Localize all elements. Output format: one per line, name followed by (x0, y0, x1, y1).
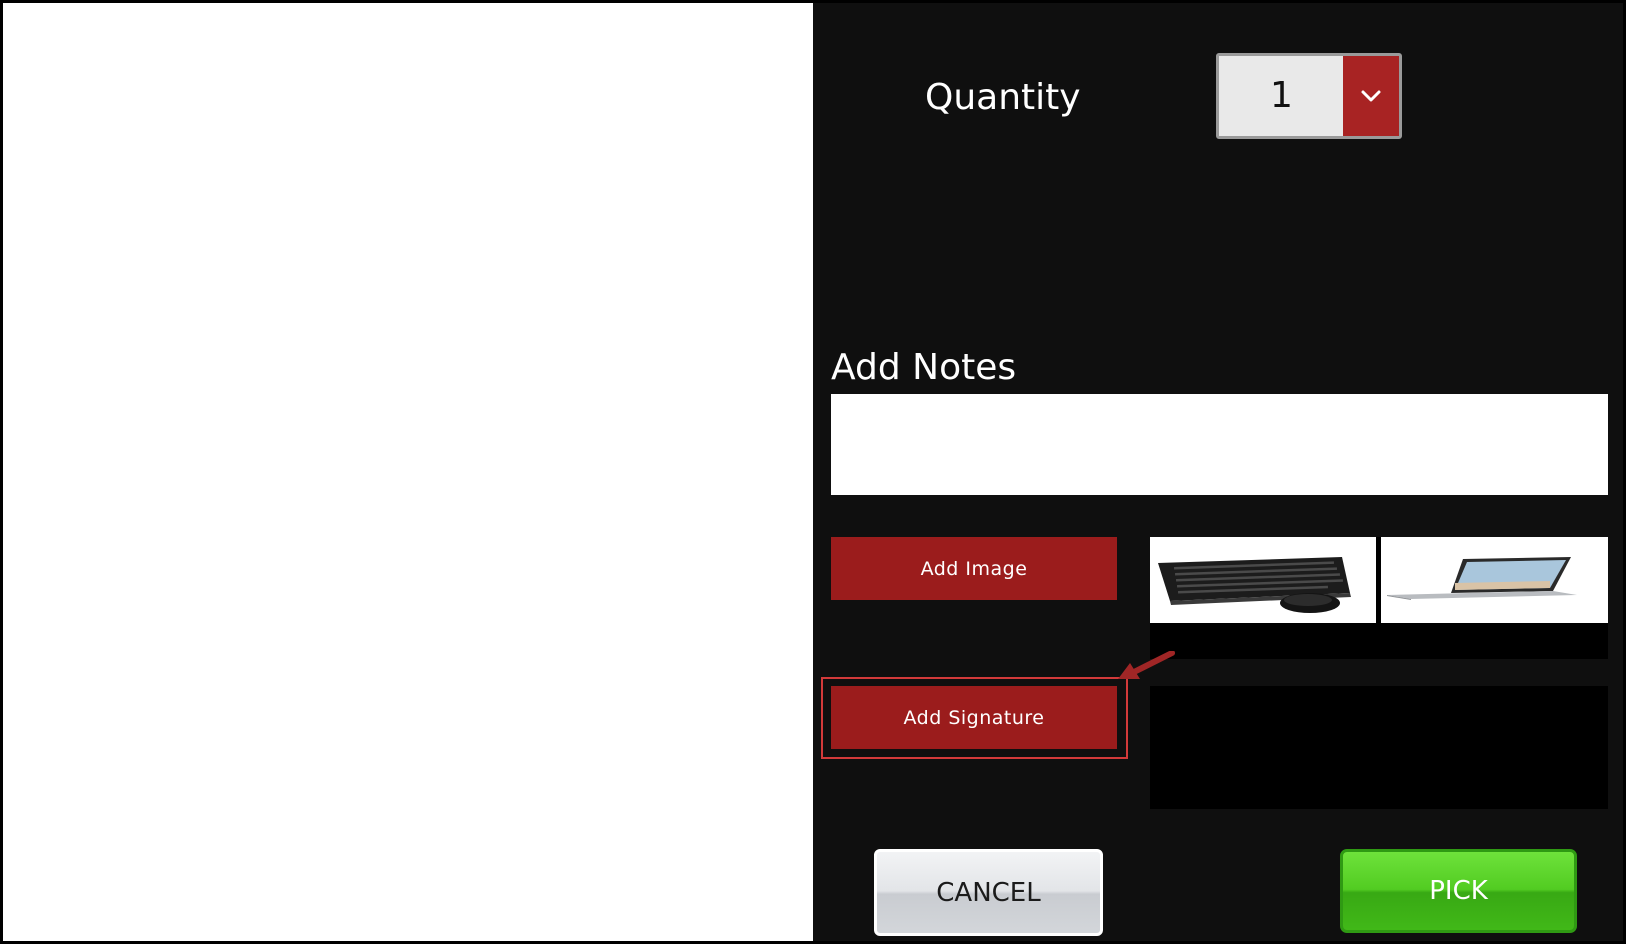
quantity-dropdown-button[interactable] (1343, 56, 1399, 136)
notes-input[interactable] (831, 394, 1608, 495)
pick-button[interactable]: PICK (1340, 849, 1577, 933)
chevron-down-icon (1361, 90, 1381, 102)
cancel-button[interactable]: CANCEL (874, 849, 1103, 936)
quantity-value[interactable]: 1 (1219, 56, 1344, 136)
laptop-picture (1381, 537, 1608, 623)
app-window: Quantity 1 Add Notes Add Image Add Signa… (0, 0, 1626, 944)
add-notes-label: Add Notes (831, 347, 1017, 388)
quantity-select[interactable]: 1 (1216, 53, 1402, 139)
signature-area[interactable] (1150, 686, 1608, 809)
add-signature-button[interactable]: Add Signature (831, 686, 1117, 749)
item-detail-panel: Quantity 1 Add Notes Add Image Add Signa… (813, 3, 1623, 941)
laptop-image[interactable] (1381, 537, 1608, 623)
keyboard-and-mouse-image[interactable] (1150, 537, 1376, 623)
image-thumbnails (1150, 537, 1608, 659)
arrow-indicator-icon (1118, 651, 1175, 679)
keyboard-mouse-picture (1150, 537, 1376, 623)
quantity-label: Quantity (925, 77, 1081, 118)
add-image-button[interactable]: Add Image (831, 537, 1117, 600)
left-blank-pane (3, 3, 813, 941)
